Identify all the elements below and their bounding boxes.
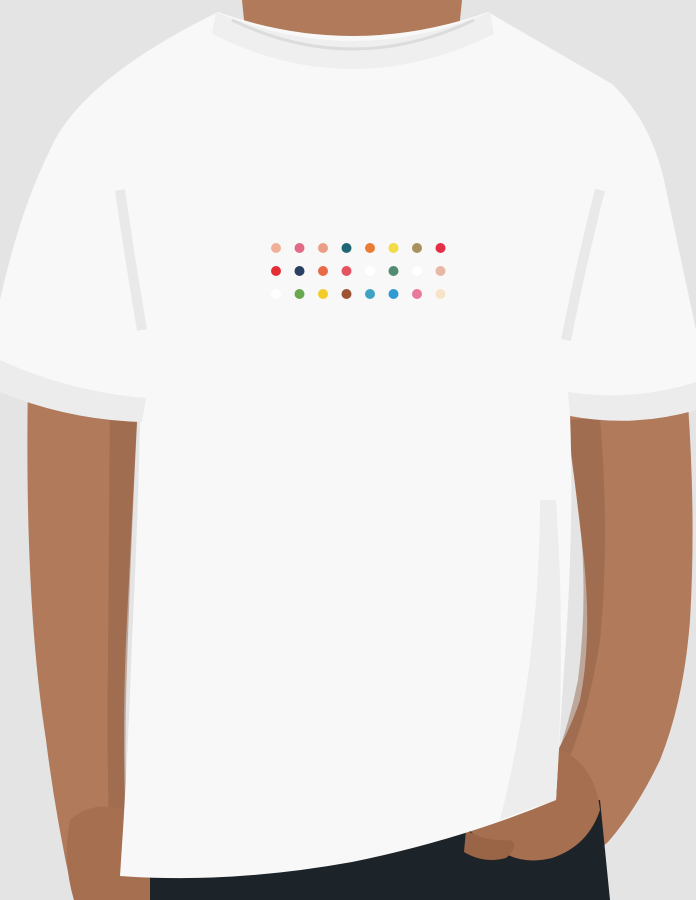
print-dot <box>271 243 281 253</box>
print-dot <box>365 289 375 299</box>
print-dot <box>435 243 446 253</box>
print-dot <box>294 266 305 276</box>
print-dot <box>412 289 422 299</box>
print-dot <box>294 243 305 253</box>
print-dot <box>435 266 446 276</box>
print-dot <box>435 289 446 299</box>
print-dot <box>365 266 375 276</box>
print-dot <box>365 243 375 253</box>
print-dot <box>412 243 422 253</box>
print-dot <box>388 243 399 253</box>
product-photo <box>0 0 696 900</box>
print-dot <box>318 243 328 253</box>
print-dot <box>412 266 422 276</box>
print-dot <box>388 289 399 299</box>
print-dot <box>271 289 281 299</box>
print-dot <box>318 289 328 299</box>
print-dot <box>341 289 352 299</box>
print-dot <box>341 266 352 276</box>
print-dot <box>341 243 352 253</box>
print-dot <box>294 289 305 299</box>
print-dot <box>388 266 399 276</box>
print-dot <box>271 266 281 276</box>
print-dot <box>318 266 328 276</box>
